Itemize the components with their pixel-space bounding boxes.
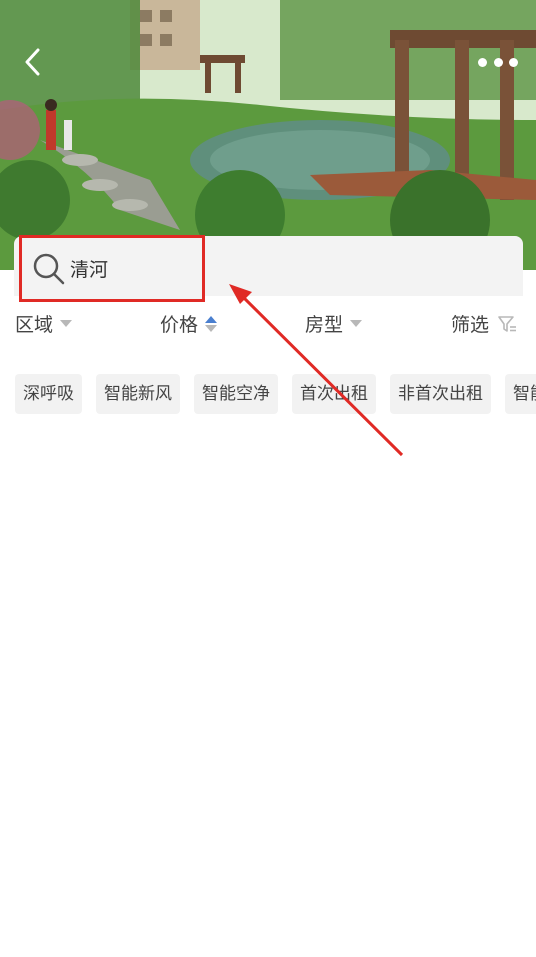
- filter-price-label: 价格: [160, 314, 199, 336]
- tag-chip[interactable]: 智能: [505, 374, 536, 414]
- filter-more-label: 筛选: [451, 314, 490, 336]
- filter-icon: [498, 315, 517, 332]
- tag-chip[interactable]: 首次出租: [292, 374, 376, 414]
- feature-tags: 深呼吸智能新风智能空净首次出租非首次出租智能: [15, 374, 536, 414]
- filter-price[interactable]: 价格: [160, 310, 218, 337]
- chevron-left-icon: [25, 48, 40, 76]
- filter-bar: 区域 价格 房型 筛选: [0, 302, 536, 342]
- tag-chip[interactable]: 非首次出租: [390, 374, 491, 414]
- sort-asc-icon: [205, 315, 218, 332]
- dropdown-caret-icon: [350, 320, 363, 327]
- search-input[interactable]: [70, 257, 180, 280]
- search-box[interactable]: [19, 235, 205, 302]
- filter-area-label: 区域: [15, 314, 54, 336]
- filter-more[interactable]: 筛选: [451, 310, 517, 337]
- more-options-button[interactable]: [478, 50, 518, 74]
- dropdown-caret-icon: [60, 320, 73, 327]
- filter-room-type[interactable]: 房型: [305, 310, 363, 337]
- filter-room-type-label: 房型: [305, 314, 344, 336]
- tag-chip[interactable]: 深呼吸: [15, 374, 82, 414]
- tag-chip[interactable]: 智能空净: [194, 374, 278, 414]
- more-dot-icon: [509, 57, 518, 67]
- more-dot-icon: [493, 57, 503, 67]
- back-button[interactable]: [16, 44, 48, 80]
- search-icon: [33, 253, 65, 284]
- hero-banner-image: [0, 0, 536, 270]
- tag-chip[interactable]: 智能新风: [96, 374, 180, 414]
- filter-area[interactable]: 区域: [15, 310, 73, 337]
- more-dot-icon: [478, 57, 487, 67]
